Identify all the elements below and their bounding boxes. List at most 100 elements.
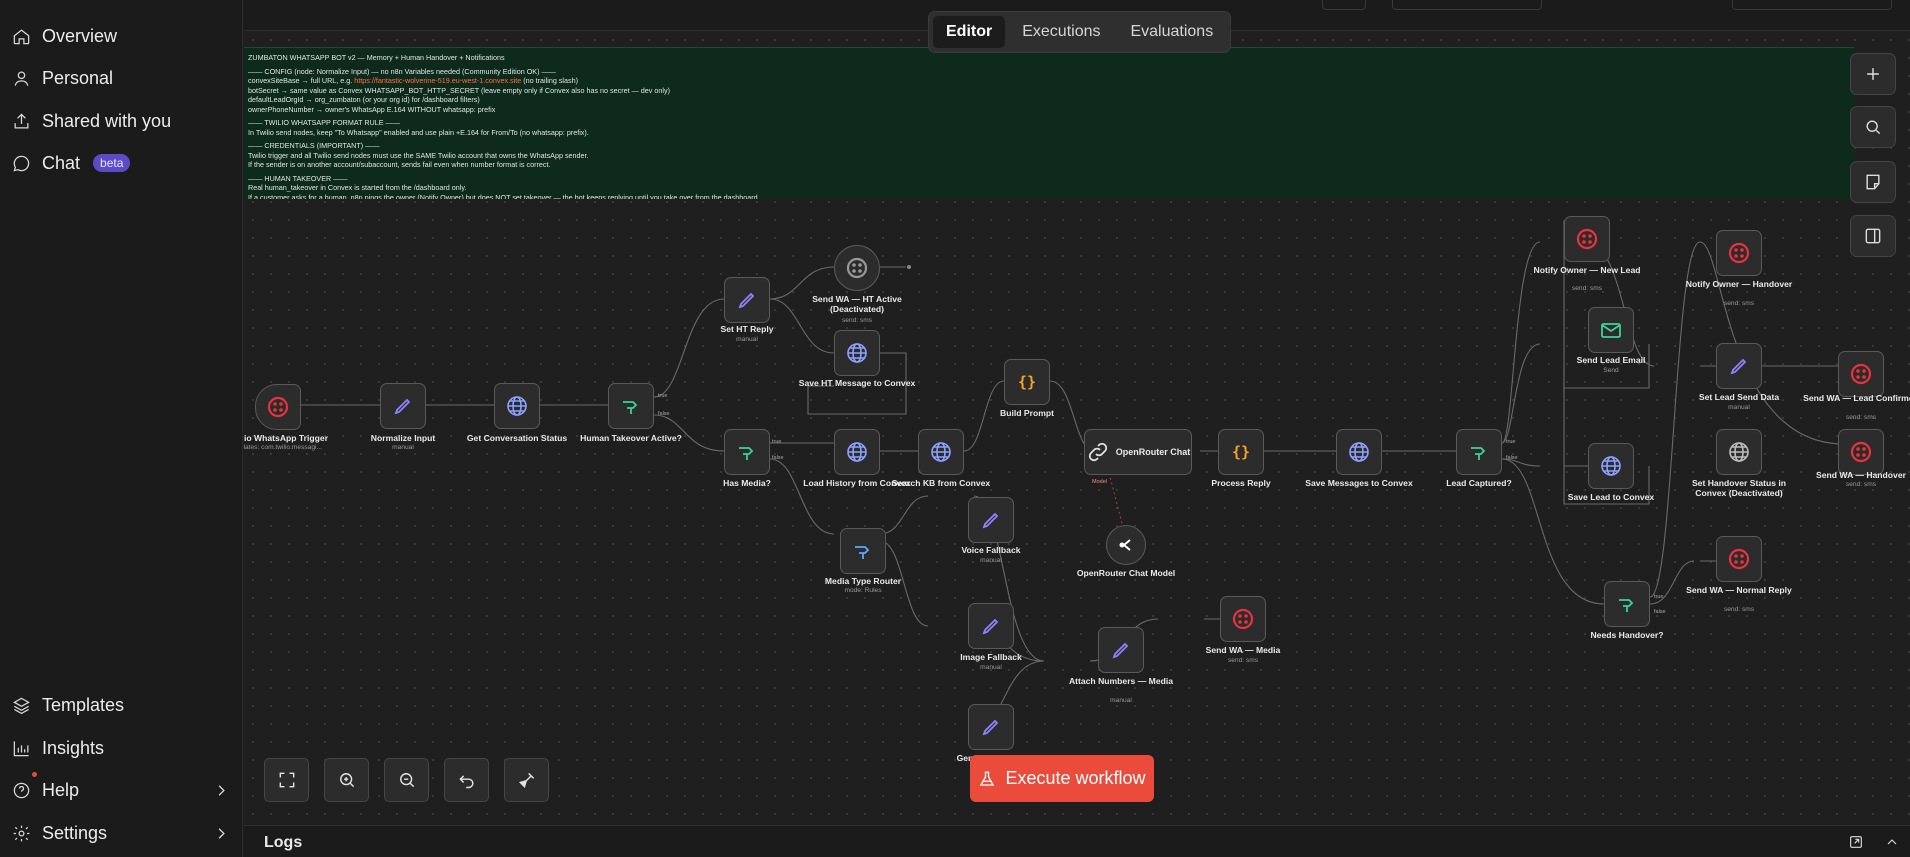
node-label: Send WA — Lead Confirmed [1803, 393, 1910, 403]
sidebar-item-templates[interactable]: Templates [12, 690, 124, 720]
twilio-icon [1728, 548, 1750, 570]
globe-icon [1349, 442, 1369, 462]
node-set-handover-status[interactable] [1716, 429, 1762, 475]
node-attach-numbers-media[interactable] [1098, 627, 1144, 673]
add-sticky-button[interactable] [1850, 161, 1896, 203]
zoom-in-button[interactable] [324, 758, 369, 802]
tidy-up-button[interactable] [504, 758, 549, 802]
node-label: Save HT Message to Convex [798, 378, 916, 388]
chevron-right-icon [218, 784, 225, 796]
node-normalize-input[interactable] [380, 383, 426, 429]
header-button[interactable] [1732, 0, 1892, 10]
insights-icon [13, 740, 29, 756]
add-node-button[interactable] [1850, 53, 1896, 95]
link-icon [1088, 442, 1107, 462]
node-set-lead-send-data[interactable] [1716, 343, 1762, 389]
header-button[interactable] [1322, 0, 1366, 10]
node-needs-handover[interactable] [1604, 581, 1650, 627]
sidebar-item-settings[interactable]: Settings [12, 818, 227, 848]
port-label-true: true [772, 439, 782, 445]
node-openrouter-chat[interactable]: OpenRouter Chat [1084, 429, 1192, 475]
globe-icon [847, 343, 867, 363]
node-send-lead-email[interactable] [1588, 307, 1634, 353]
fit-view-button[interactable] [264, 758, 309, 802]
workflow-canvas[interactable]: ZUMBATON WHATSAPP BOT v2 — Memory + Huma… [244, 31, 1910, 825]
pencil-icon [738, 292, 755, 309]
node-openrouter-chat-model[interactable] [1106, 525, 1146, 565]
pop-out-icon[interactable] [1848, 834, 1864, 850]
tab-executions[interactable]: Executions [1009, 16, 1113, 48]
node-label: Notify Owner — Handover [1685, 279, 1793, 289]
node-sublabel: manual [1110, 697, 1132, 704]
reset-zoom-button[interactable] [444, 758, 489, 802]
node-label: OpenRouter Chat Model [1076, 568, 1176, 578]
node-get-conversation-status[interactable] [494, 383, 540, 429]
node-send-wa-handover[interactable] [1838, 429, 1884, 475]
toggle-panel-button[interactable] [1850, 215, 1896, 257]
node-send-wa-ht-active[interactable] [834, 245, 880, 291]
globe-icon [1729, 442, 1749, 462]
node-save-lead-convex[interactable] [1588, 443, 1634, 489]
node-send-wa-normal-reply[interactable] [1716, 536, 1762, 582]
node-sublabel: Send [1603, 367, 1619, 374]
sidebar-item-overview[interactable]: Overview [12, 21, 117, 51]
sidebar-item-label: Shared with you [42, 110, 172, 131]
port-label-false: false [772, 455, 784, 461]
node-sublabel: send: sms [1227, 657, 1259, 664]
node-label: OpenRouter Chat [1115, 447, 1191, 457]
user-icon [14, 71, 29, 86]
sidebar-item-label: Chat [42, 152, 81, 173]
node-label: Has Media? [723, 478, 771, 488]
chevron-up-icon[interactable] [1884, 834, 1900, 850]
twilio-icon [1576, 228, 1598, 250]
node-label: Attach Numbers — Media [1068, 676, 1174, 686]
header-button[interactable] [1392, 0, 1542, 10]
twilio-icon [1850, 363, 1872, 385]
share-icon [14, 112, 29, 128]
twilio-icon [1232, 608, 1254, 630]
node-notify-owner-handover[interactable] [1716, 230, 1762, 276]
node-send-wa-lead-confirmed[interactable] [1838, 351, 1884, 397]
node-search-kb[interactable] [918, 429, 964, 475]
node-image-fallback[interactable] [968, 603, 1014, 649]
sidebar-item-help[interactable]: Help [12, 772, 227, 805]
sidebar-item-insights[interactable]: Insights [12, 733, 104, 763]
node-human-takeover-active[interactable] [608, 383, 654, 429]
node-send-wa-media[interactable] [1220, 596, 1266, 642]
tab-editor[interactable]: Editor [933, 16, 1006, 48]
execute-workflow-button[interactable]: Execute workflow [970, 755, 1154, 802]
node-media-type-router[interactable] [840, 528, 886, 574]
node-voice-fallback[interactable] [968, 497, 1014, 543]
node-label: Media Type Router [824, 576, 902, 586]
node-save-ht-message[interactable] [834, 330, 880, 376]
broom-icon [518, 772, 534, 789]
logs-panel[interactable]: Logs [244, 825, 1910, 857]
node-process-reply[interactable]: {} [1218, 429, 1264, 475]
pencil-icon [1730, 358, 1747, 375]
node-label: Notify Owner — New Lead [1533, 265, 1641, 275]
node-generic-fallback[interactable] [968, 704, 1014, 750]
sidebar-item-chat[interactable]: Chat beta [12, 148, 131, 178]
port-label-true: true [1506, 439, 1516, 445]
node-lead-captured[interactable] [1456, 429, 1502, 475]
branch-icon [1619, 599, 1634, 612]
node-sublabel: send: sms [1723, 606, 1755, 613]
node-build-prompt[interactable]: {} [1004, 359, 1050, 405]
node-load-history[interactable] [834, 429, 880, 475]
connections-layer [299, 220, 1845, 731]
globe-icon [931, 442, 951, 462]
tab-evaluations[interactable]: Evaluations [1117, 16, 1226, 48]
sidebar-item-personal[interactable]: Personal [12, 63, 113, 93]
node-has-media[interactable] [724, 429, 770, 475]
node-notify-owner-new-lead[interactable] [1564, 216, 1610, 262]
twilio-icon [267, 396, 289, 418]
zoom-out-button[interactable] [384, 758, 429, 802]
sidebar-item-shared[interactable]: Shared with you [12, 106, 171, 136]
node-set-ht-reply[interactable] [724, 277, 770, 323]
plus-icon [1867, 68, 1879, 80]
port-label-true: true [1654, 594, 1664, 600]
node-twilio-trigger[interactable] [255, 384, 301, 430]
branch-icon [855, 546, 870, 559]
node-save-messages[interactable] [1336, 429, 1382, 475]
search-nodes-button[interactable] [1850, 106, 1896, 148]
